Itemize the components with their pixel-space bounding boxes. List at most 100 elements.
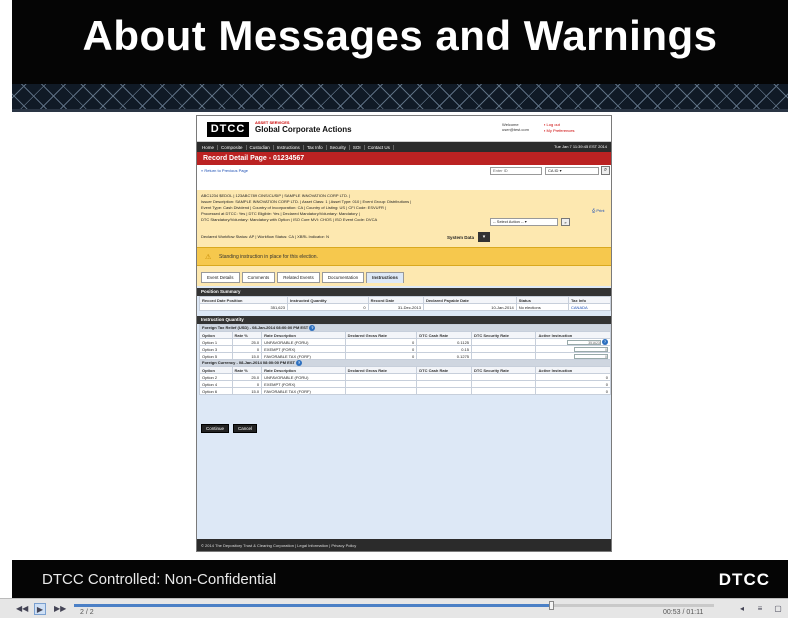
record-date: 31-Dec-2013	[367, 303, 424, 311]
rate-cell: 15.0	[231, 387, 263, 395]
table-header-row: Option Rate % Rate Description Declared …	[199, 366, 611, 374]
cash-rate-cell: 0.1275	[416, 352, 473, 360]
tax-info-link[interactable]: CANADA	[568, 303, 611, 311]
menu-icon[interactable]: ≡	[754, 603, 766, 615]
usd-section-header: Foreign Tax Relief (USD) - 08-Jan-2014 0…	[199, 324, 611, 332]
table-row: Option 6 15.0 FAVORABLE TAX (FORF) 0	[199, 387, 611, 395]
active-instruction-input[interactable]: 0	[574, 353, 608, 359]
cancel-button[interactable]: Cancel	[233, 424, 258, 433]
security-rate-cell	[471, 352, 537, 360]
system-data-toggle[interactable]: ▾	[478, 232, 490, 242]
header-cell: Instructed Quantity	[286, 296, 369, 304]
active-instruction-cell: 0	[535, 352, 611, 360]
rewind-icon[interactable]: ◀◀	[16, 603, 28, 615]
header-cell: Rate %	[231, 331, 263, 339]
search-icon[interactable]: ⌕	[601, 166, 610, 175]
info-line: Event Type: Cash Dividend | Country of I…	[201, 205, 387, 210]
option-cell: Option 6	[199, 387, 233, 395]
info-icon[interactable]: ?	[296, 360, 303, 366]
volume-icon[interactable]: ◂	[736, 603, 748, 615]
status: No elections	[515, 303, 570, 311]
action-select[interactable]: -- Select Action -- ▾	[490, 218, 558, 226]
security-rate-cell	[471, 373, 537, 381]
user-links: ▪ Log out ▪ My Preferences	[544, 122, 575, 134]
rate-description-cell: UNFAVORABLE (FORU)	[261, 338, 346, 346]
page-title: Record Detail Page - 01234567	[197, 152, 611, 165]
cash-rate-cell	[416, 387, 473, 395]
instructions-panel: Position Summary Record Date Position In…	[197, 286, 611, 539]
table-row: Option 4 0 EXEMPT (FORX) 0	[199, 380, 611, 388]
active-instruction-input[interactable]: 351623	[566, 339, 601, 345]
continue-button[interactable]: Continue	[201, 424, 230, 433]
info-line: DTC Standatory/Voluntary: Mandatory with…	[201, 217, 378, 222]
active-instruction-cell: 0	[535, 373, 611, 381]
main-nav: Home Composite Custodian Instructions Ta…	[197, 142, 611, 152]
gross-rate-cell	[344, 380, 418, 388]
payable-date: 10-Jan-2014	[422, 303, 517, 311]
rate-description-cell: FAVORABLE TAX (FORF)	[261, 352, 346, 360]
slide-counter: 2 / 2	[80, 609, 94, 616]
app-screenshot: DTCC ASSET SERVICES Global Corporate Act…	[196, 115, 612, 552]
header-cell: Rate Description	[261, 331, 346, 339]
print-link[interactable]: ⎙ Print	[592, 208, 605, 213]
preferences-link[interactable]: ▪ My Preferences	[544, 128, 575, 134]
gross-rate-cell: 0	[344, 352, 418, 360]
info-line: ABC1234 $EDOL | 123ABC789 CINS/CUSIP | S…	[201, 193, 351, 198]
cash-rate-cell: 0.15	[416, 345, 473, 353]
welcome-block: Welcome user@test.com	[502, 122, 529, 132]
return-link[interactable]: « Return to Previous Page	[201, 168, 248, 173]
system-data-label: System Data	[447, 235, 475, 240]
cash-rate-cell	[416, 373, 473, 381]
id-type-select[interactable]: CA ID ▾	[545, 167, 599, 175]
instructed-quantity: 0	[286, 303, 369, 311]
fast-forward-icon[interactable]: ▶▶	[54, 603, 66, 615]
tab-instructions[interactable]: Instructions	[366, 272, 404, 283]
rate-cell: 15.0	[231, 352, 263, 360]
nav-tax-info[interactable]: Tax Info	[304, 144, 327, 150]
tab-documentation[interactable]: Documentation	[321, 272, 365, 283]
info-line: Processed at DTCC: Yes | DTC Eligible: Y…	[201, 211, 360, 216]
fullscreen-icon[interactable]: ▢	[772, 603, 784, 615]
help-icon[interactable]: ?	[602, 339, 608, 345]
table-row: Option 3 0 EXEMPT (FORX) 0 0.15 0	[199, 345, 611, 353]
header-cell: Rate %	[231, 366, 263, 374]
tab-comments[interactable]: Comments	[241, 272, 276, 283]
info-icon[interactable]: ?	[309, 325, 316, 331]
position-summary-title: Position Summary	[197, 288, 611, 296]
progress-bar[interactable]	[74, 601, 714, 610]
nav-home[interactable]: Home	[199, 144, 219, 150]
go-button[interactable]: »	[561, 218, 570, 226]
option-cell: Option 1	[199, 338, 233, 346]
nav-instructions[interactable]: Instructions	[274, 144, 304, 150]
tab-related-events[interactable]: Related Events	[277, 272, 320, 283]
play-icon[interactable]: ▶	[34, 603, 46, 615]
nav-date: Tue Jan 7 11:39:45 EST 2014	[554, 144, 607, 149]
id-search-input[interactable]: Enter ID	[490, 167, 542, 175]
nav-composite[interactable]: Composite	[218, 144, 247, 150]
active-instruction-input[interactable]: 0	[574, 346, 608, 352]
header-cell: Declared Gross Rate	[344, 331, 418, 339]
nav-contact-us[interactable]: Contact Us	[365, 144, 394, 150]
header-cell: DTC Security Rate	[471, 331, 537, 339]
header-cell: Active Instruction	[535, 331, 611, 339]
slide-edge	[0, 0, 12, 600]
decorative-pattern-band	[12, 84, 788, 112]
rate-description-cell: FAVORABLE TAX (FORF)	[261, 387, 346, 395]
active-instruction-cell: 0	[535, 387, 611, 395]
instruction-quantity-title: Instruction Quantity	[197, 316, 611, 324]
presentation-stage: About Messages and Warnings DTCC ASSET S…	[0, 0, 788, 618]
dtcc-footer-logo: DTCC	[718, 570, 770, 589]
nav-soi[interactable]: SOI	[350, 144, 365, 150]
nav-custodian[interactable]: Custodian	[247, 144, 274, 150]
tab-event-details[interactable]: Event Details	[201, 272, 240, 283]
rate-cell: 0	[231, 345, 263, 353]
gross-rate-cell	[344, 387, 418, 395]
progress-handle[interactable]	[549, 601, 555, 610]
gross-rate-cell	[344, 373, 418, 381]
option-cell: Option 3	[199, 345, 233, 353]
header-cell: Declared Gross Rate	[344, 366, 418, 374]
slide-header: About Messages and Warnings	[12, 0, 788, 84]
cash-rate-cell: 0.1125	[416, 338, 473, 346]
nav-security[interactable]: Security	[327, 144, 350, 150]
record-date-position: 351,623	[199, 303, 288, 311]
